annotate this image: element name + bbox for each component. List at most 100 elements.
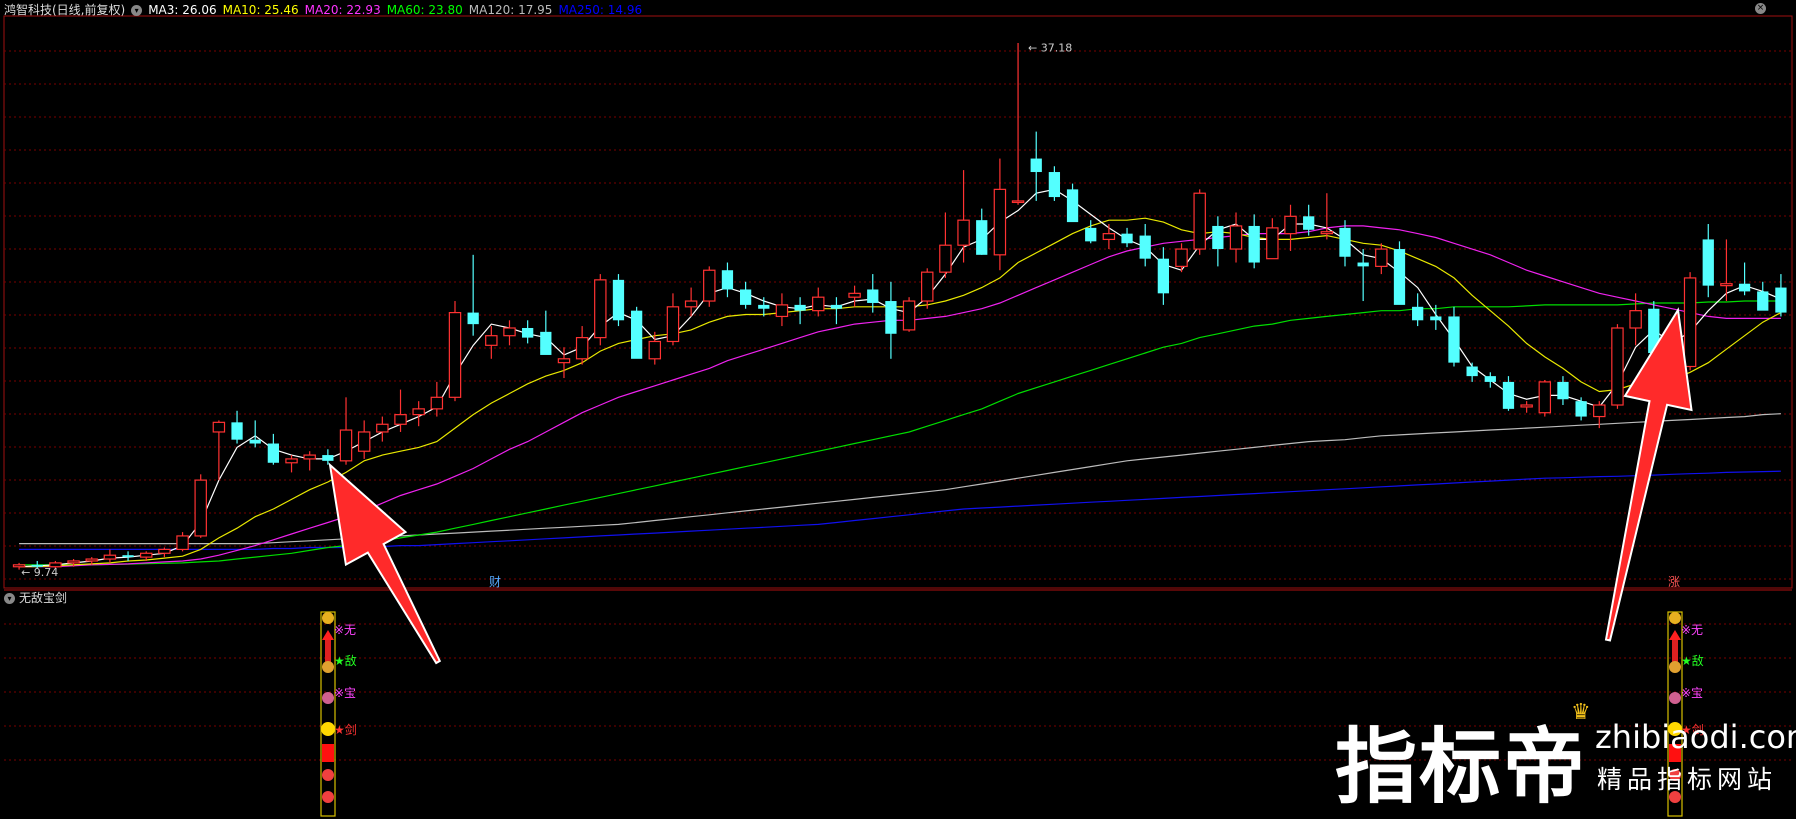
candle-body — [1102, 233, 1116, 241]
candle — [612, 274, 625, 327]
ball-icon — [322, 791, 334, 803]
candle-body — [212, 421, 226, 433]
candle-body — [976, 220, 988, 255]
candle — [194, 474, 207, 538]
candle-body — [1557, 381, 1569, 400]
candle-body — [1520, 404, 1533, 408]
kline-chart[interactable]: ← 37.18← 9.74财涨 ※无★敌※宝★剑※无★敌※宝★剑 — [0, 0, 1796, 819]
candle-body — [993, 188, 1007, 256]
high-price-label: ← 37.18 — [1028, 41, 1072, 54]
candle-body — [666, 306, 680, 343]
candle-body — [1157, 258, 1169, 294]
finance-marker: 财 — [489, 575, 501, 589]
face-icon — [322, 661, 334, 673]
candle — [1030, 131, 1042, 201]
ma20-label: MA20: 22.93 — [304, 3, 381, 17]
candle-body — [158, 548, 171, 554]
candle-body — [1393, 249, 1406, 305]
main-frame — [3, 15, 1793, 589]
candle — [1629, 293, 1642, 346]
candle — [1266, 218, 1279, 260]
flower-icon — [322, 692, 334, 704]
signal-label: ※宝 — [334, 686, 356, 700]
candle-body — [376, 423, 389, 433]
candle — [158, 547, 171, 558]
candle-body — [1085, 227, 1097, 242]
candle-body — [1375, 248, 1388, 267]
candle-body — [830, 304, 843, 309]
candle — [322, 449, 334, 465]
candle-body — [1775, 287, 1787, 313]
candle-body — [267, 443, 279, 463]
candle-body — [1611, 327, 1624, 406]
candle — [703, 266, 716, 307]
chart-header: 鸿智科技(日线,前复权) ▾ MA3: 26.06 MA10: 25.46 MA20: … — [4, 2, 648, 18]
candle — [1538, 379, 1552, 417]
red-block — [322, 744, 334, 762]
ma3-line — [19, 188, 1782, 568]
candle-body — [1738, 283, 1751, 292]
candle-body — [67, 560, 80, 564]
candle — [848, 285, 861, 307]
ma10-label: MA10: 25.46 — [222, 3, 299, 17]
candle — [1611, 324, 1624, 409]
signal-label: ※宝 — [1681, 686, 1703, 700]
candle — [594, 274, 607, 346]
candle — [1738, 262, 1751, 296]
candle — [339, 397, 353, 465]
candle-body — [139, 552, 153, 558]
candle-body — [575, 337, 589, 360]
candle-body — [739, 289, 752, 305]
candle-body — [1248, 225, 1260, 263]
candle — [1157, 247, 1169, 305]
candle — [1102, 224, 1116, 250]
settings-icon[interactable]: ▾ — [4, 593, 15, 604]
candle-body — [1066, 189, 1079, 223]
candle — [1066, 183, 1079, 223]
signal-stem — [1672, 640, 1678, 662]
candle — [902, 297, 916, 332]
candle-body — [794, 304, 806, 311]
candle — [1757, 281, 1769, 311]
candle-body — [1448, 316, 1460, 363]
candle-body — [122, 555, 134, 558]
candle — [1139, 224, 1151, 267]
signal-label: ★敌 — [334, 653, 357, 668]
candle-body — [557, 358, 571, 364]
subpanel-title: 无敌宝剑 — [19, 591, 68, 605]
candle — [1575, 397, 1587, 421]
close-icon[interactable]: × — [1755, 3, 1766, 14]
candle-body — [684, 300, 698, 308]
candle-body — [303, 454, 316, 460]
watermark-url: zhibiaodi.com — [1595, 718, 1796, 756]
candle-body — [1412, 306, 1424, 321]
candle — [631, 306, 643, 359]
candle-body — [1629, 310, 1642, 329]
candle — [376, 416, 389, 442]
candle-body — [1266, 227, 1279, 260]
candle — [1339, 220, 1351, 267]
candle-body — [1575, 401, 1587, 417]
face-icon — [1669, 661, 1681, 673]
candle-body — [939, 244, 952, 273]
candle-body — [249, 439, 261, 444]
money-bag-icon — [322, 612, 334, 624]
smiley-icon — [321, 722, 335, 736]
arrows — [328, 307, 1693, 665]
money-bag-icon — [1669, 612, 1681, 624]
candle — [921, 268, 934, 309]
candle — [285, 455, 298, 473]
candle — [1248, 214, 1260, 269]
candle-body — [1683, 277, 1697, 368]
candle — [1011, 43, 1025, 205]
candle-body — [648, 340, 662, 360]
candle — [1557, 376, 1569, 406]
candle — [503, 320, 516, 346]
candle — [176, 532, 189, 552]
candle-body — [1430, 316, 1442, 321]
settings-icon[interactable]: ▾ — [131, 5, 143, 16]
candle-body — [758, 304, 770, 309]
candle-body — [1593, 404, 1606, 418]
candle-body — [412, 408, 425, 416]
candle-body — [1720, 283, 1733, 287]
